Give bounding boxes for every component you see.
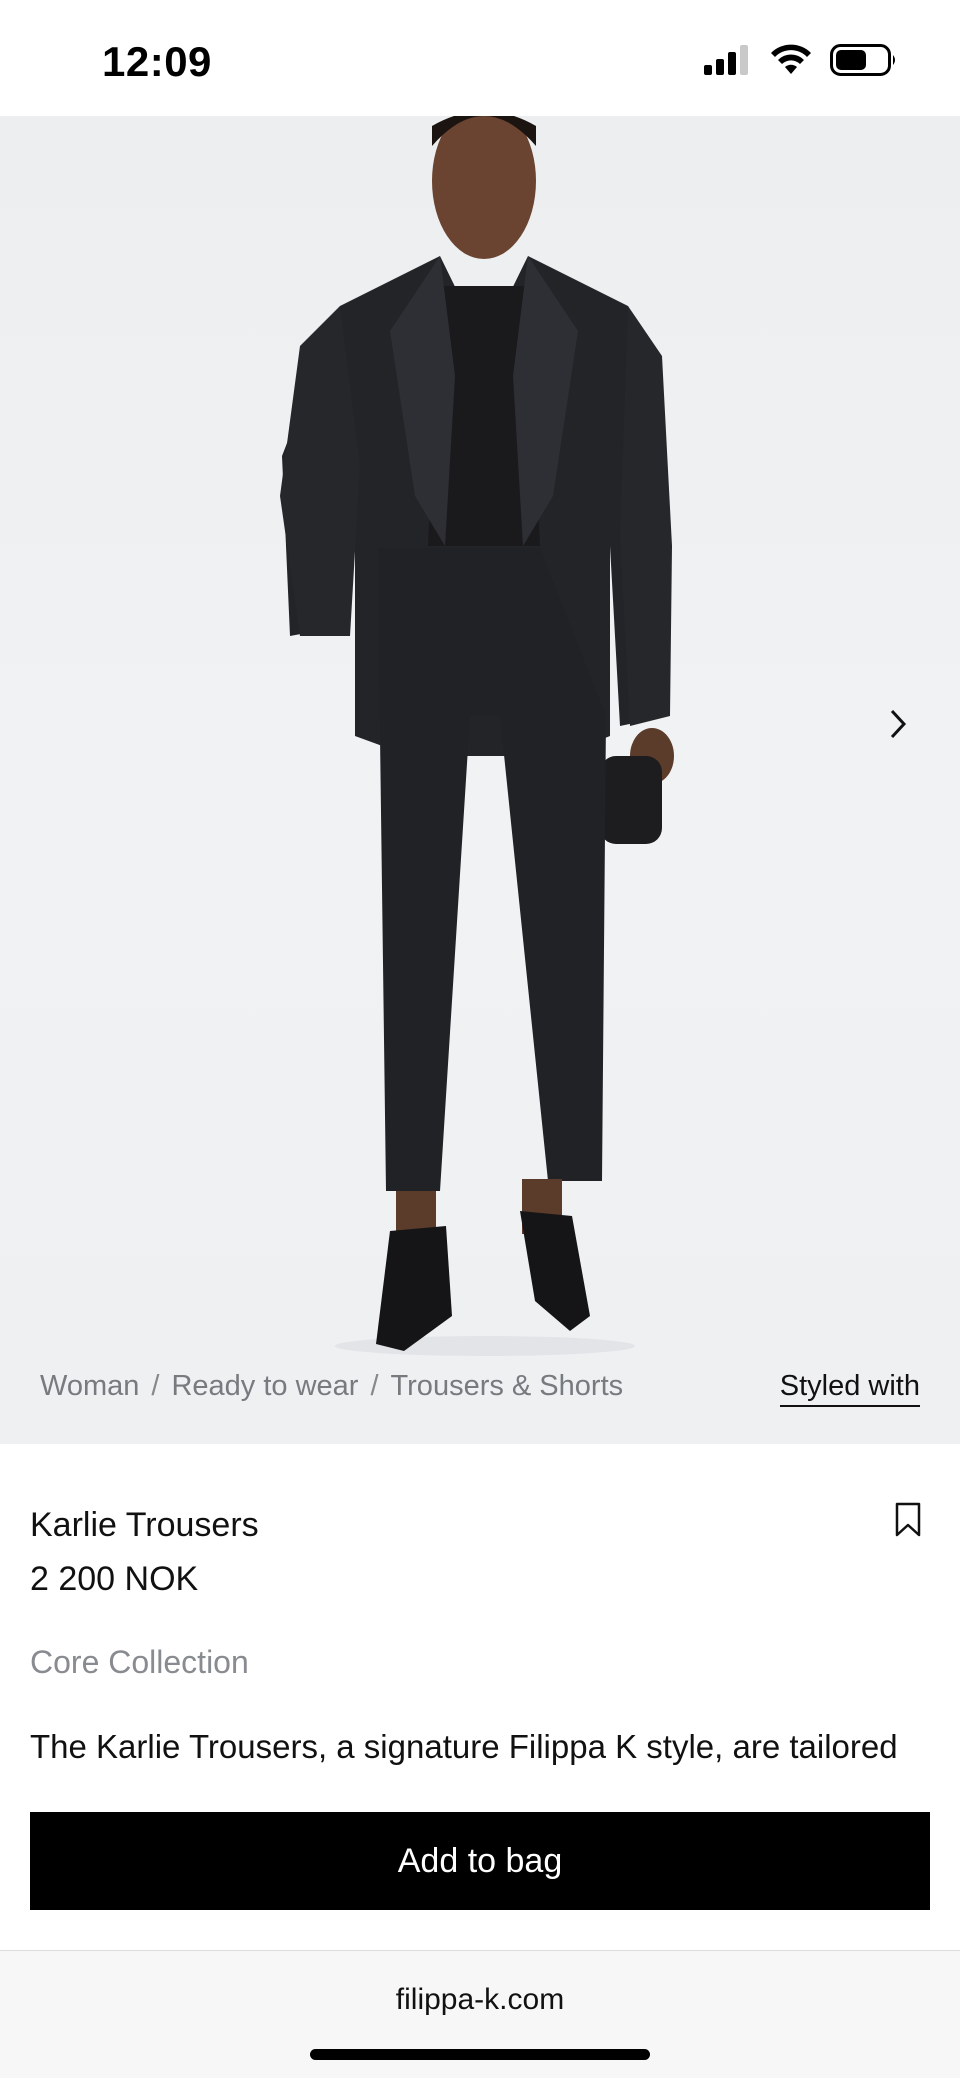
breadcrumb-item-ready-to-wear[interactable]: Ready to wear <box>171 1370 358 1403</box>
battery-icon <box>830 44 898 81</box>
breadcrumb: Woman / Ready to wear / Trousers & Short… <box>40 1370 623 1403</box>
collection-label[interactable]: Core Collection <box>30 1644 249 1681</box>
styled-with-link[interactable]: Styled with <box>779 1370 920 1407</box>
product-description: The Karlie Trousers, a signature Filippa… <box>30 1728 898 1765</box>
bookmark-icon <box>894 1502 922 1542</box>
product-title: Karlie Trousers <box>30 1506 259 1544</box>
breadcrumb-separator: / <box>151 1370 160 1402</box>
product-image-carousel[interactable]: Woman / Ready to wear / Trousers & Short… <box>0 116 960 1444</box>
next-image-button[interactable] <box>880 704 916 748</box>
url-text[interactable]: filippa-k.com <box>0 1983 960 2017</box>
breadcrumb-item-woman[interactable]: Woman <box>40 1370 139 1403</box>
home-indicator[interactable] <box>310 2049 650 2060</box>
product-model-image <box>280 116 674 1356</box>
bookmark-button[interactable] <box>894 1502 922 1543</box>
chevron-right-icon <box>888 707 908 746</box>
breadcrumb-item-trousers-shorts[interactable]: Trousers & Shorts <box>391 1370 624 1403</box>
wifi-icon <box>770 44 812 81</box>
status-time: 12:09 <box>102 38 212 85</box>
status-bar: 12:09 <box>0 0 960 116</box>
breadcrumb-separator: / <box>370 1370 379 1402</box>
add-to-bag-button[interactable]: Add to bag <box>30 1812 930 1910</box>
browser-address-bar[interactable]: filippa-k.com <box>0 1950 960 2078</box>
status-icons <box>704 44 898 81</box>
product-price: 2 200 NOK <box>30 1560 199 1598</box>
cellular-signal-icon <box>704 45 752 80</box>
